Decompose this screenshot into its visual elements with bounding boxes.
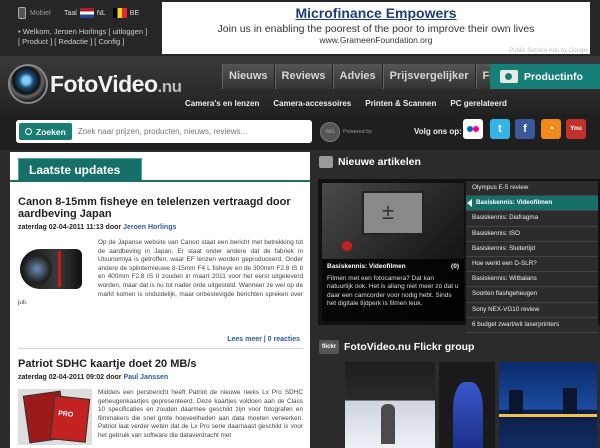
language-label: Taal [64, 9, 77, 17]
subnav-pc[interactable]: PC gerelateerd [450, 99, 506, 108]
flickr-group-heading: flickr FotoVideo.nu Flickr group [319, 340, 474, 354]
nav-prijsvergelijker[interactable]: Prijsvergelijker [382, 64, 476, 89]
ad-url[interactable]: www.GrameenFoundation.org [162, 35, 590, 45]
sd-card-thumbnail[interactable]: PRO [18, 389, 92, 445]
article-body: Op de Japanse website van Canon staat ee… [18, 239, 303, 307]
mobile-link[interactable]: Mobiel [18, 7, 51, 19]
ad-attribution[interactable]: Public Service Ads by Google [509, 48, 588, 54]
main-nav: Nieuws Reviews Advies Prijsvergelijker F… [222, 64, 524, 89]
latest-updates-panel: Laatste updates Canon 8-15mm fisheye en … [10, 152, 310, 448]
article-meta: zaterdag 02-04-2011 09:02 door Paul Jans… [18, 374, 169, 381]
new-articles-heading: Nieuwe artikelen [319, 156, 421, 168]
flickr-badge-icon: flickr [319, 340, 339, 354]
slide-list-item[interactable]: Soorten flashgeheugen [466, 287, 598, 303]
search-icon [25, 128, 32, 135]
language-be[interactable]: BE [130, 10, 139, 17]
divider [18, 348, 303, 349]
productinfo-label: Productinfo [524, 70, 583, 83]
article-author[interactable]: Jeroen Horlings [123, 224, 176, 231]
slide-list-item[interactable]: Basiskennis: Witbalans [466, 272, 598, 288]
logo-text: FotoVideo.nu [50, 70, 182, 97]
search-bar: Zoeken nxs Powered by Volg ons op: t f ◔… [0, 114, 600, 150]
slide-list: Olympus E-5 review Basiskennis: Videofilm… [466, 181, 598, 333]
language-nl[interactable]: NL [97, 10, 106, 17]
powered-by[interactable]: nxs Powered by [320, 122, 372, 142]
flickr-photos [345, 362, 597, 448]
article-slider: Basiskennis: Videofilmen (0) Filmen met … [318, 179, 600, 333]
productinfo-button[interactable]: Productinfo [490, 64, 600, 89]
slide-caption-count: (0) [451, 263, 459, 270]
search-button-label: Zoeken [36, 126, 66, 137]
nav-nieuws[interactable]: Nieuws [222, 64, 275, 89]
subnav-printen[interactable]: Printen & Scannen [365, 99, 436, 108]
articles-icon [319, 156, 333, 168]
language-switcher: Taal NL BE [64, 8, 143, 18]
slide-list-item[interactable]: Olympus E-5 review [466, 181, 598, 197]
search-box: Zoeken [16, 120, 312, 143]
rss-icon[interactable]: ◔ [541, 119, 561, 139]
camera-icon [500, 70, 518, 83]
slide-list-item[interactable]: Hoe werkt een D-SLR? [466, 256, 598, 273]
powered-by-logo-icon: nxs [320, 122, 340, 142]
powered-by-label: Powered by [343, 128, 373, 135]
subnav-accessoires[interactable]: Camera-accessoires [273, 99, 351, 108]
ad-title[interactable]: Microfinance Empowers [162, 5, 590, 21]
article-canon: Canon 8-15mm fisheye en telelenzen vertr… [18, 196, 303, 308]
mobile-label: Mobiel [30, 9, 51, 17]
read-more-link[interactable]: Lees meer | 0 reacties [227, 336, 300, 343]
flickr-photo[interactable] [439, 362, 495, 448]
flickr-icon[interactable] [463, 119, 483, 139]
youtube-icon[interactable]: You [566, 119, 586, 139]
mobile-phone-icon [18, 7, 26, 19]
slide-caption[interactable]: Basiskennis: Videofilmen (0) Filmen met … [322, 259, 464, 321]
flickr-photo[interactable] [499, 362, 597, 448]
slide-list-item[interactable]: Basiskennis: ISO [466, 226, 598, 242]
search-input[interactable] [77, 127, 278, 136]
subnav-cameras[interactable]: Camera's en lenzen [185, 99, 259, 108]
article-patriot: Patriot SDHC kaartje doet 20 MB/s zaterd… [18, 358, 303, 447]
lens-thumbnail[interactable] [18, 239, 92, 295]
top-bar: Mobiel Taal NL BE • Welkom, Jeroen Horli… [0, 0, 600, 58]
follow-label: Volg ons op: [414, 127, 462, 136]
nav-advies[interactable]: Advies [332, 64, 383, 89]
divider [10, 180, 310, 182]
slide-list-item[interactable]: Sony NEX-VG10 review [466, 302, 598, 318]
sidebar: Nieuwe artikelen Basiskennis: Videofilme… [315, 152, 600, 448]
be-flag-icon[interactable] [112, 8, 127, 18]
slide-list-item[interactable]: Basiskennis: Diafragma [466, 211, 598, 227]
article-body: PRO Middels een persbericht heeft Patrio… [18, 389, 303, 445]
twitter-icon[interactable]: t [490, 119, 510, 139]
slide-caption-title: Basiskennis: Videofilmen [327, 263, 406, 270]
article-author[interactable]: Paul Janssen [123, 374, 168, 381]
article-title[interactable]: Canon 8-15mm fisheye en telelenzen vertr… [18, 196, 303, 220]
article-title[interactable]: Patriot SDHC kaartje doet 20 MB/s [18, 358, 303, 370]
sub-nav: Camera's en lenzen Camera-accessoires Pr… [185, 99, 507, 108]
welcome-line[interactable]: • Welkom, Jeroen Horlings [ uitloggen ] [18, 27, 147, 37]
ad-text: Join us in enabling the poorest of the p… [217, 23, 535, 35]
nl-flag-icon[interactable] [79, 8, 94, 18]
slide-list-item[interactable]: Basiskennis: Videofilmen [466, 196, 598, 212]
latest-updates-tab[interactable]: Laatste updates [18, 158, 142, 182]
slide-caption-text: Filmen met een fotocamera? Dat kan natuu… [327, 275, 459, 308]
article-meta: zaterdag 02-04-2011 11:13 door Jeroen Ho… [18, 224, 177, 231]
user-menu: • Welkom, Jeroen Horlings [ uitloggen ] … [18, 27, 147, 47]
slide-list-item[interactable]: Basiskennis: Sluitertijd [466, 241, 598, 257]
user-links[interactable]: [ Product ] [ Redactie ] [ Config ] [18, 37, 147, 47]
slide-list-item[interactable]: 6 budget zwart/wit laserprinters [466, 317, 598, 333]
camera-lens-icon [8, 64, 48, 104]
flickr-photo[interactable] [345, 362, 435, 448]
nav-reviews[interactable]: Reviews [274, 64, 333, 89]
ad-banner[interactable]: Microfinance Empowers Join us in enablin… [162, 2, 590, 54]
facebook-icon[interactable]: f [515, 119, 535, 139]
search-button[interactable]: Zoeken [19, 123, 72, 140]
